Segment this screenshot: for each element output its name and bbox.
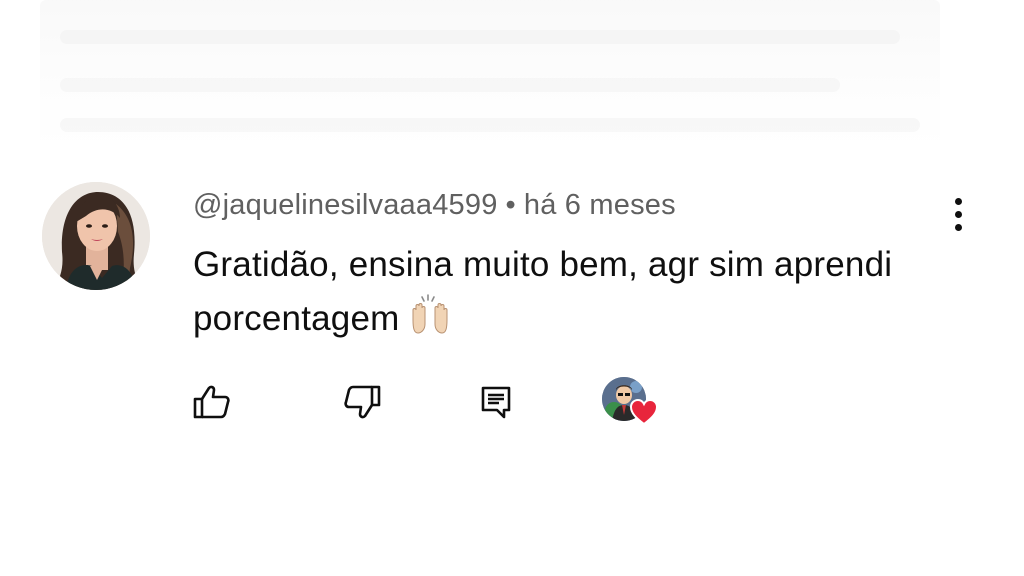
thumbs-up-icon — [193, 385, 230, 419]
raising-hands-icon — [408, 292, 452, 352]
comment-body: Gratidão, ensina muito bem, agr sim apre… — [193, 245, 893, 338]
comment-meta: @jaquelinesilvaaa4599 • há 6 meses — [193, 189, 676, 222]
reply-button[interactable] — [474, 380, 518, 424]
meta-separator: • — [505, 189, 516, 221]
creator-heart-icon — [630, 399, 658, 425]
comment-item: @jaquelinesilvaaa4599 • há 6 meses Gratidã… — [0, 0, 1024, 576]
comment-page: @jaquelinesilvaaa4599 • há 6 meses Gratidã… — [0, 0, 1024, 576]
like-button[interactable] — [190, 380, 234, 424]
more-vertical-icon — [954, 223, 962, 231]
author-avatar[interactable] — [42, 182, 150, 290]
comment-reply-icon — [481, 386, 511, 419]
comment-timestamp[interactable]: há 6 meses — [524, 189, 676, 221]
more-vertical-icon — [954, 197, 962, 205]
more-options-button[interactable] — [940, 194, 976, 234]
comment-text: Gratidão, ensina muito bem, agr sim apre… — [193, 238, 933, 352]
creator-heart-badge — [600, 377, 662, 427]
thumbs-down-icon — [344, 385, 381, 419]
author-handle[interactable]: @jaquelinesilvaaa4599 — [193, 189, 498, 221]
dislike-button[interactable] — [340, 380, 384, 424]
more-vertical-icon — [954, 210, 962, 218]
